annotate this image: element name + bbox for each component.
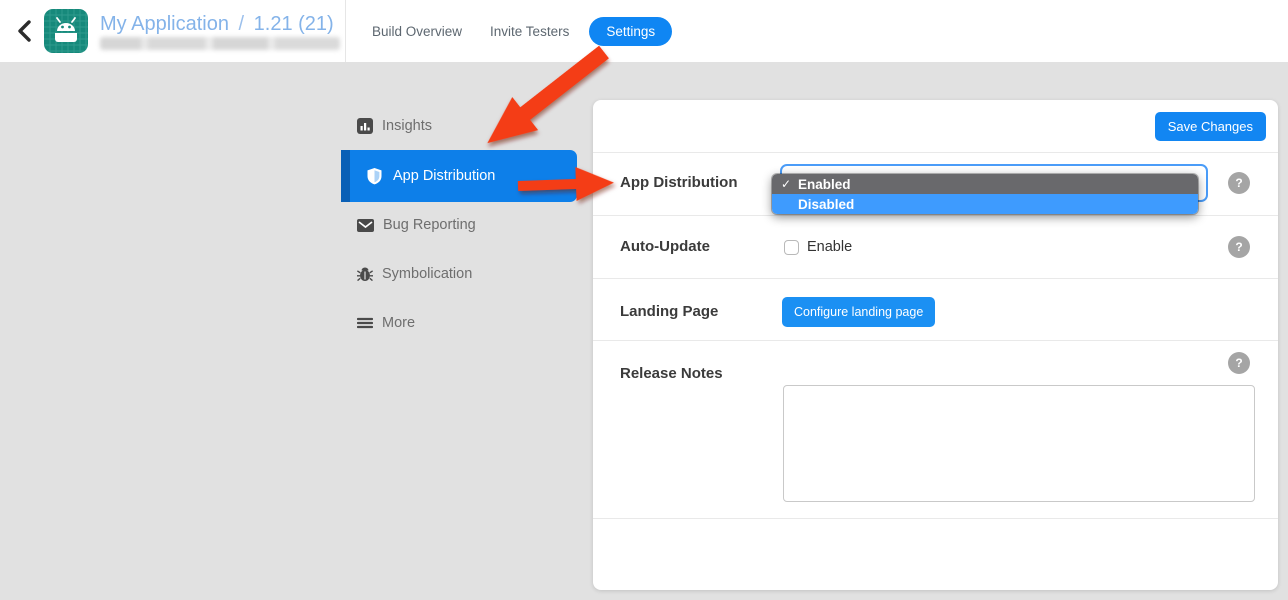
shield-icon (366, 167, 383, 185)
divider (593, 278, 1278, 279)
breadcrumb-separator: / (239, 13, 245, 35)
menu-icon (357, 317, 373, 329)
dropdown-option-disabled[interactable]: Disabled (772, 194, 1198, 214)
divider (593, 340, 1278, 341)
configure-landing-page-button[interactable]: Configure landing page (782, 297, 935, 327)
tab-build-overview[interactable]: Build Overview (358, 17, 476, 46)
release-notes-textarea[interactable] (783, 385, 1255, 502)
divider (593, 518, 1278, 519)
tab-settings[interactable]: Settings (589, 17, 672, 46)
sidebar-item-label: Bug Reporting (383, 217, 476, 233)
sidebar-item-label: More (382, 315, 415, 331)
bar-chart-icon (357, 118, 373, 134)
tab-invite-testers[interactable]: Invite Testers (476, 17, 583, 46)
sidebar-item-label: Insights (382, 118, 432, 134)
app-distribution-dropdown-menu: ✓ Enabled Disabled (772, 174, 1198, 214)
back-button[interactable] (10, 17, 38, 45)
auto-update-label: Auto-Update (620, 238, 710, 255)
save-changes-button[interactable]: Save Changes (1155, 112, 1266, 141)
sidebar-item-label: App Distribution (393, 168, 495, 184)
chevron-left-icon (17, 20, 31, 42)
auto-update-checkbox[interactable] (784, 240, 799, 255)
sidebar-item-insights[interactable]: Insights (341, 111, 432, 141)
app-version[interactable]: 1.21 (21) (254, 13, 334, 35)
landing-page-label: Landing Page (620, 303, 718, 320)
sidebar-item-more[interactable]: More (341, 308, 415, 338)
divider (593, 215, 1278, 216)
sidebar-item-label: Symbolication (382, 266, 472, 282)
sidebar-item-app-distribution[interactable]: App Distribution (341, 150, 577, 202)
auto-update-checkbox-label[interactable]: Enable (807, 239, 852, 255)
header-divider (345, 0, 346, 62)
release-notes-label: Release Notes (620, 365, 723, 382)
checkmark-icon: ✓ (781, 177, 798, 191)
sidebar-item-symbolication[interactable]: Symbolication (341, 259, 472, 289)
page: My Application / 1.21 (21) Build Overvie… (0, 0, 1288, 600)
bug-icon (357, 266, 373, 282)
redacted-subtitle (100, 37, 340, 50)
divider (593, 152, 1278, 153)
app-header: My Application / 1.21 (21) Build Overvie… (0, 0, 1288, 62)
app-icon (44, 9, 88, 53)
envelope-icon (357, 219, 374, 232)
help-icon-app-distribution[interactable]: ? (1228, 172, 1250, 194)
dropdown-option-enabled[interactable]: ✓ Enabled (772, 174, 1198, 194)
app-title[interactable]: My Application (100, 13, 229, 35)
settings-panel: Save Changes App Distribution ✓ Enabled … (593, 100, 1278, 590)
app-distribution-label: App Distribution (620, 174, 737, 191)
help-icon-auto-update[interactable]: ? (1228, 236, 1250, 258)
header-tabs: Build Overview Invite Testers Settings (358, 0, 672, 62)
help-icon-release-notes[interactable]: ? (1228, 352, 1250, 374)
sidebar-item-bug-reporting[interactable]: Bug Reporting (341, 210, 476, 240)
breadcrumb: My Application / 1.21 (21) (100, 13, 334, 36)
